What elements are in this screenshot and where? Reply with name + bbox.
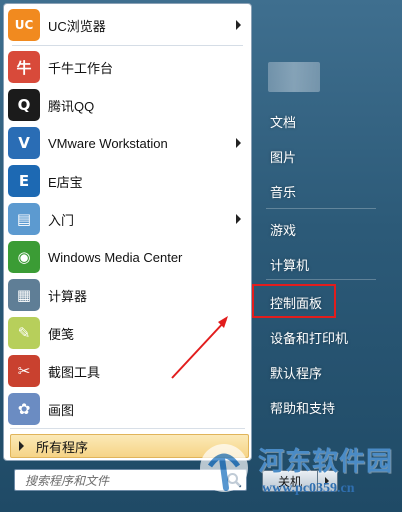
program-label: E店宝 (48, 174, 83, 190)
menu-item-music[interactable]: 音乐 (262, 176, 380, 206)
program-label: 入门 (48, 212, 75, 228)
program-label: Windows Media Center (48, 249, 183, 265)
pinned-divider (12, 45, 243, 46)
program-item-getting-started[interactable]: ▤ 入门 (4, 200, 251, 238)
snipping-tool-icon: ✂ (8, 355, 40, 387)
program-label: UC浏览器 (48, 18, 106, 34)
menu-item-devices-and-printers[interactable]: 设备和打印机 (262, 322, 380, 352)
program-item-vmware[interactable]: V VMware Workstation (4, 124, 251, 162)
search-input[interactable] (23, 471, 217, 491)
qianniu-icon: 牛 (8, 51, 40, 83)
red-arrow-annotation (171, 316, 228, 379)
program-label: 计算器 (48, 288, 88, 304)
program-item-paint[interactable]: ✿ 画图 (4, 390, 251, 428)
program-item-uc-browser[interactable]: UC UC浏览器 (4, 6, 251, 44)
calculator-icon: ▦ (8, 279, 40, 311)
program-label: 便笺 (48, 326, 75, 342)
submenu-arrow-icon[interactable] (236, 20, 241, 30)
menu-item-computer[interactable]: 计算机 (262, 249, 380, 279)
edianbao-icon: E (8, 165, 40, 197)
programs-divider (10, 428, 245, 429)
uc-browser-icon: UC (8, 9, 40, 41)
paint-icon: ✿ (8, 393, 40, 425)
menu-item-default-programs[interactable]: 默认程序 (262, 357, 380, 387)
program-item-edianbao[interactable]: E E店宝 (4, 162, 251, 200)
program-label: VMware Workstation (48, 135, 168, 151)
program-item-qianniu[interactable]: 牛千牛工作台 (4, 48, 251, 86)
highlight-annotation-box (252, 284, 336, 318)
submenu-arrow-icon[interactable] (236, 214, 241, 224)
vmware-icon: V (8, 127, 40, 159)
getting-started-icon: ▤ (8, 203, 40, 235)
watermark-text: 河东软件园 (258, 447, 394, 476)
all-programs-label: 所有程序 (36, 439, 89, 455)
watermark-url: www.pc0359.cn (262, 481, 355, 496)
right-menu-divider (266, 208, 376, 209)
watermark-logo (200, 444, 248, 492)
program-item-media-center[interactable]: ◉ Windows Media Center (4, 238, 251, 276)
program-label: 腾讯QQ (48, 98, 95, 114)
menu-item-games[interactable]: 游戏 (262, 214, 380, 244)
media-center-icon: ◉ (8, 241, 40, 273)
sticky-notes-icon: ✎ (8, 317, 40, 349)
program-label: 千牛工作台 (48, 60, 114, 76)
program-item-calculator[interactable]: ▦ 计算器 (4, 276, 251, 314)
menu-item-help-and-support[interactable]: 帮助和支持 (262, 392, 380, 422)
programs-pane: UC UC浏览器牛千牛工作台 Q 腾讯QQ V VMware Workstation E E店… (3, 3, 252, 461)
qq-penguin-icon: Q (8, 89, 40, 121)
program-item-qq-penguin[interactable]: Q 腾讯QQ (4, 86, 251, 124)
menu-item-pictures[interactable]: 图片 (262, 141, 380, 171)
program-label: 画图 (48, 402, 75, 418)
menu-item-documents[interactable]: 文档 (262, 106, 380, 136)
user-account-picture[interactable] (268, 62, 320, 92)
submenu-arrow-icon[interactable] (236, 138, 241, 148)
right-menu-divider (266, 279, 376, 280)
program-label: 截图工具 (48, 364, 101, 380)
chevron-right-icon (19, 441, 24, 451)
